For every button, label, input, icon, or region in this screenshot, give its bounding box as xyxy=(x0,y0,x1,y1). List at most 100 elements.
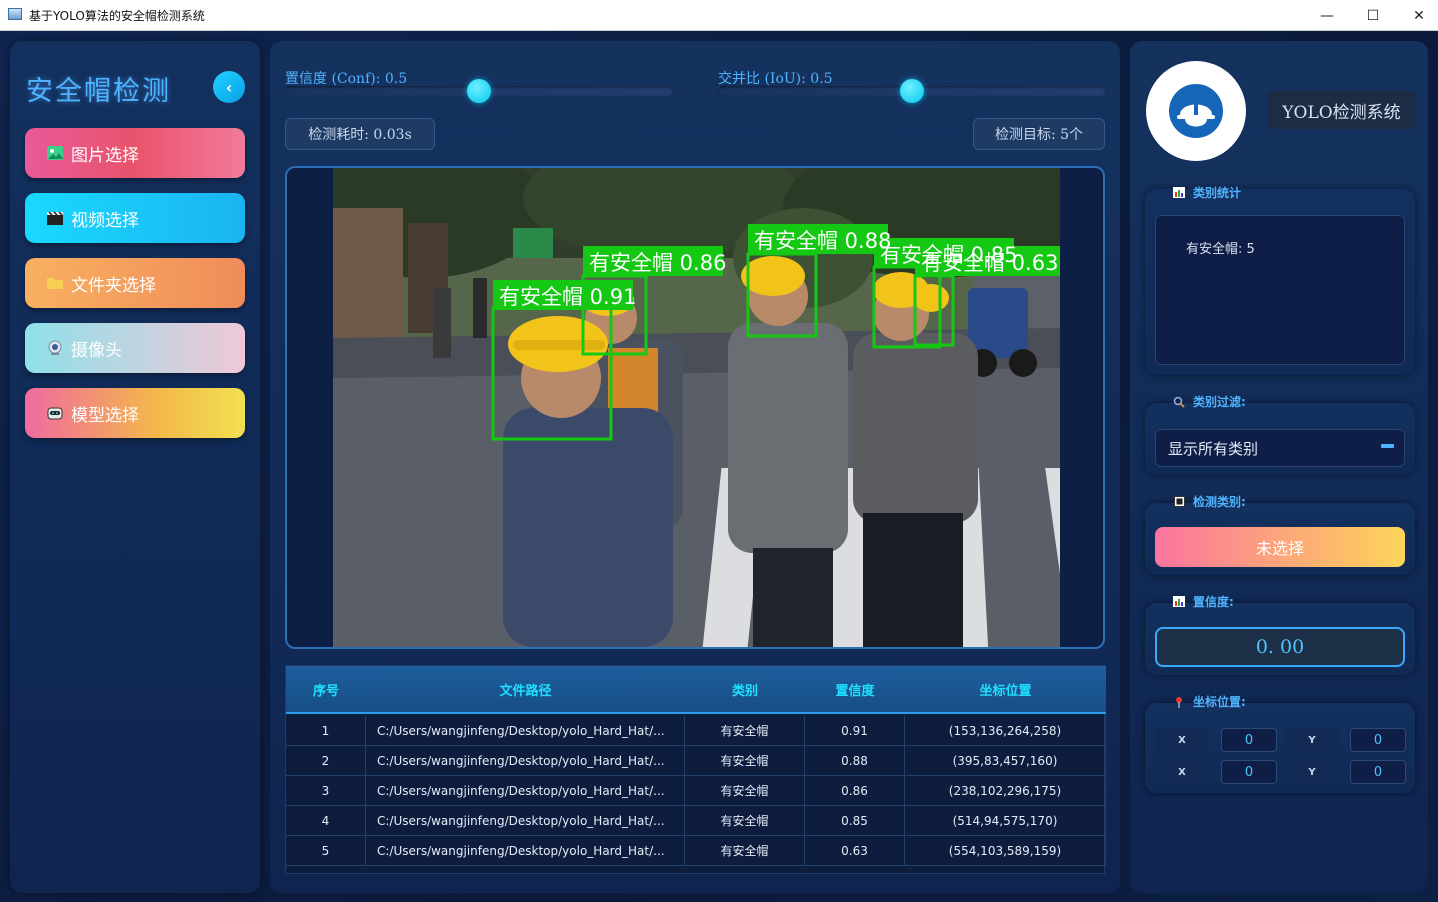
maximize-button[interactable]: ☐ xyxy=(1350,0,1396,31)
detection-image: 有安全帽 0.91 有安全帽 0.88 有安全帽 0.86 有安全帽 0.85 … xyxy=(333,168,1060,647)
cell-coords: (554,103,589,159) xyxy=(905,836,1106,865)
pin-icon xyxy=(1173,696,1185,708)
coord-y1-label: Y xyxy=(1285,729,1339,751)
dropdown-icon xyxy=(1381,444,1394,448)
iou-slider[interactable] xyxy=(718,79,1106,103)
detect-time-badge: 检测耗时: 0.03s xyxy=(285,118,435,150)
table-body: 1 C:/Users/wangjinfeng/Desktop/yolo_Hard… xyxy=(286,716,1106,866)
detect-class-label-text: 检测类别: xyxy=(1193,495,1246,509)
cell-class: 有安全帽 xyxy=(685,746,805,775)
col-header-coords[interactable]: 坐标位置 xyxy=(905,666,1106,712)
detection-label: 有安全帽 0.91 xyxy=(499,285,636,309)
results-table: 序号 文件路径 类别 置信度 坐标位置 1 C:/Users/wangjinfe… xyxy=(285,665,1106,874)
nav-folder-select-label: 文件夹选择 xyxy=(71,275,156,296)
nav-image-select-label: 图片选择 xyxy=(71,145,139,166)
app-icon xyxy=(8,8,22,20)
image-viewer: 有安全帽 0.91 有安全帽 0.88 有安全帽 0.86 有安全帽 0.85 … xyxy=(285,166,1105,649)
right-panel: YOLO检测系统 类别统计 有安全帽: 5 类别过滤: 显示所有类别 检测类别:… xyxy=(1130,41,1428,893)
bar-chart-icon xyxy=(1173,187,1185,198)
cell-index: 1 xyxy=(286,716,366,745)
cell-confidence: 0.85 xyxy=(805,806,905,835)
nav-image-select-button[interactable]: 图片选择 xyxy=(25,128,245,178)
webcam-icon xyxy=(45,339,65,357)
col-header-path[interactable]: 文件路径 xyxy=(366,666,685,712)
detect-class-card: 检测类别: 未选择 xyxy=(1145,495,1415,575)
cell-path: C:/Users/wangjinfeng/Desktop/yolo_Hard_H… xyxy=(366,836,685,865)
detection-label: 有安全帽 0.88 xyxy=(754,229,891,253)
table-row[interactable]: 2 C:/Users/wangjinfeng/Desktop/yolo_Hard… xyxy=(286,746,1106,776)
class-filter-select[interactable]: 显示所有类别 xyxy=(1155,429,1405,467)
stats-label-text: 类别统计 xyxy=(1193,186,1242,200)
detection-label: 有安全帽 0.63 xyxy=(921,251,1058,275)
cell-class: 有安全帽 xyxy=(685,716,805,745)
coord-x1-label: X xyxy=(1155,729,1209,751)
cell-coords: (238,102,296,175) xyxy=(905,776,1106,805)
table-row[interactable]: 4 C:/Users/wangjinfeng/Desktop/yolo_Hard… xyxy=(286,806,1106,836)
close-button[interactable]: ✕ xyxy=(1396,0,1438,31)
coord-y2-field[interactable]: 0 xyxy=(1350,760,1406,784)
sidebar: 安全帽检测 ‹ 图片选择 视频选择 文件夹选择 摄像头 模型选择 xyxy=(10,41,260,893)
table-row[interactable]: 3 C:/Users/wangjinfeng/Desktop/yolo_Hard… xyxy=(286,776,1106,806)
checkbox-icon xyxy=(1173,496,1185,507)
filter-label-text: 类别过滤: xyxy=(1193,395,1246,409)
cell-index: 5 xyxy=(286,836,366,865)
cell-path: C:/Users/wangjinfeng/Desktop/yolo_Hard_H… xyxy=(366,746,685,775)
app-body: 安全帽检测 ‹ 图片选择 视频选择 文件夹选择 摄像头 模型选择 置信度 (Co… xyxy=(0,31,1438,902)
detection-label: 有安全帽 0.86 xyxy=(589,251,726,275)
col-header-class[interactable]: 类别 xyxy=(685,666,805,712)
nav-model-select-button[interactable]: 模型选择 xyxy=(25,388,245,438)
confidence-card: 置信度: 0. 00 xyxy=(1145,595,1415,675)
cell-index: 4 xyxy=(286,806,366,835)
cell-coords: (153,136,264,258) xyxy=(905,716,1106,745)
iou-slider-label: 交并比 (IoU): 0.5 xyxy=(718,71,833,87)
col-header-index[interactable]: 序号 xyxy=(286,666,366,712)
system-title: YOLO检测系统 xyxy=(1267,91,1416,129)
window-titlebar: 基于YOLO算法的安全帽检测系统 — ☐ ✕ xyxy=(0,0,1438,31)
clapper-icon xyxy=(45,209,65,227)
conf-slider-label: 置信度 (Conf): 0.5 xyxy=(285,71,408,87)
nav-folder-select-button[interactable]: 文件夹选择 xyxy=(25,258,245,308)
stats-label: 类别统计 xyxy=(1173,184,1241,201)
detect-class-label: 检测类别: xyxy=(1173,493,1246,510)
image-icon xyxy=(45,144,65,162)
confidence-label-text: 置信度: xyxy=(1193,595,1234,609)
table-row[interactable]: 5 C:/Users/wangjinfeng/Desktop/yolo_Hard… xyxy=(286,836,1106,866)
filter-card: 类别过滤: 显示所有类别 xyxy=(1145,395,1415,475)
stats-text: 有安全帽: 5 xyxy=(1186,242,1255,257)
cell-confidence: 0.88 xyxy=(805,746,905,775)
confidence-display: 0. 00 xyxy=(1155,627,1405,667)
iou-slider-handle[interactable] xyxy=(900,79,924,103)
detect-class-button[interactable]: 未选择 xyxy=(1155,527,1405,567)
conf-slider-handle[interactable] xyxy=(467,79,491,103)
magnifier-icon xyxy=(1173,396,1185,408)
cell-class: 有安全帽 xyxy=(685,806,805,835)
collapse-sidebar-button[interactable]: ‹ xyxy=(213,71,245,103)
cell-path: C:/Users/wangjinfeng/Desktop/yolo_Hard_H… xyxy=(366,716,685,745)
cell-index: 3 xyxy=(286,776,366,805)
filter-label: 类别过滤: xyxy=(1173,393,1246,410)
nav-video-select-button[interactable]: 视频选择 xyxy=(25,193,245,243)
coord-x1-field[interactable]: 0 xyxy=(1221,728,1277,752)
conf-slider[interactable] xyxy=(285,79,673,103)
nav-camera-button[interactable]: 摄像头 xyxy=(25,323,245,373)
col-header-confidence[interactable]: 置信度 xyxy=(805,666,905,712)
confidence-label: 置信度: xyxy=(1173,593,1234,610)
coords-card: 坐标位置: X 0 Y 0 X 0 Y 0 xyxy=(1145,695,1415,793)
coord-x2-field[interactable]: 0 xyxy=(1221,760,1277,784)
nav-model-select-label: 模型选择 xyxy=(71,405,139,426)
sidebar-brand: 安全帽检测 xyxy=(26,76,171,107)
coord-y1-field[interactable]: 0 xyxy=(1350,728,1406,752)
minimize-button[interactable]: — xyxy=(1304,0,1350,31)
detect-count-badge: 检测目标: 5个 xyxy=(973,118,1105,150)
bar-chart-icon xyxy=(1173,596,1185,607)
chevron-left-icon: ‹ xyxy=(225,77,233,97)
folder-icon xyxy=(45,274,65,292)
coord-x2-label: X xyxy=(1155,761,1209,783)
hard-hat-icon xyxy=(1169,84,1223,138)
coord-y2-label: Y xyxy=(1285,761,1339,783)
cell-coords: (395,83,457,160) xyxy=(905,746,1106,775)
robot-icon xyxy=(45,404,65,422)
cell-class: 有安全帽 xyxy=(685,836,805,865)
table-row[interactable]: 1 C:/Users/wangjinfeng/Desktop/yolo_Hard… xyxy=(286,716,1106,746)
class-filter-value: 显示所有类别 xyxy=(1168,439,1259,458)
